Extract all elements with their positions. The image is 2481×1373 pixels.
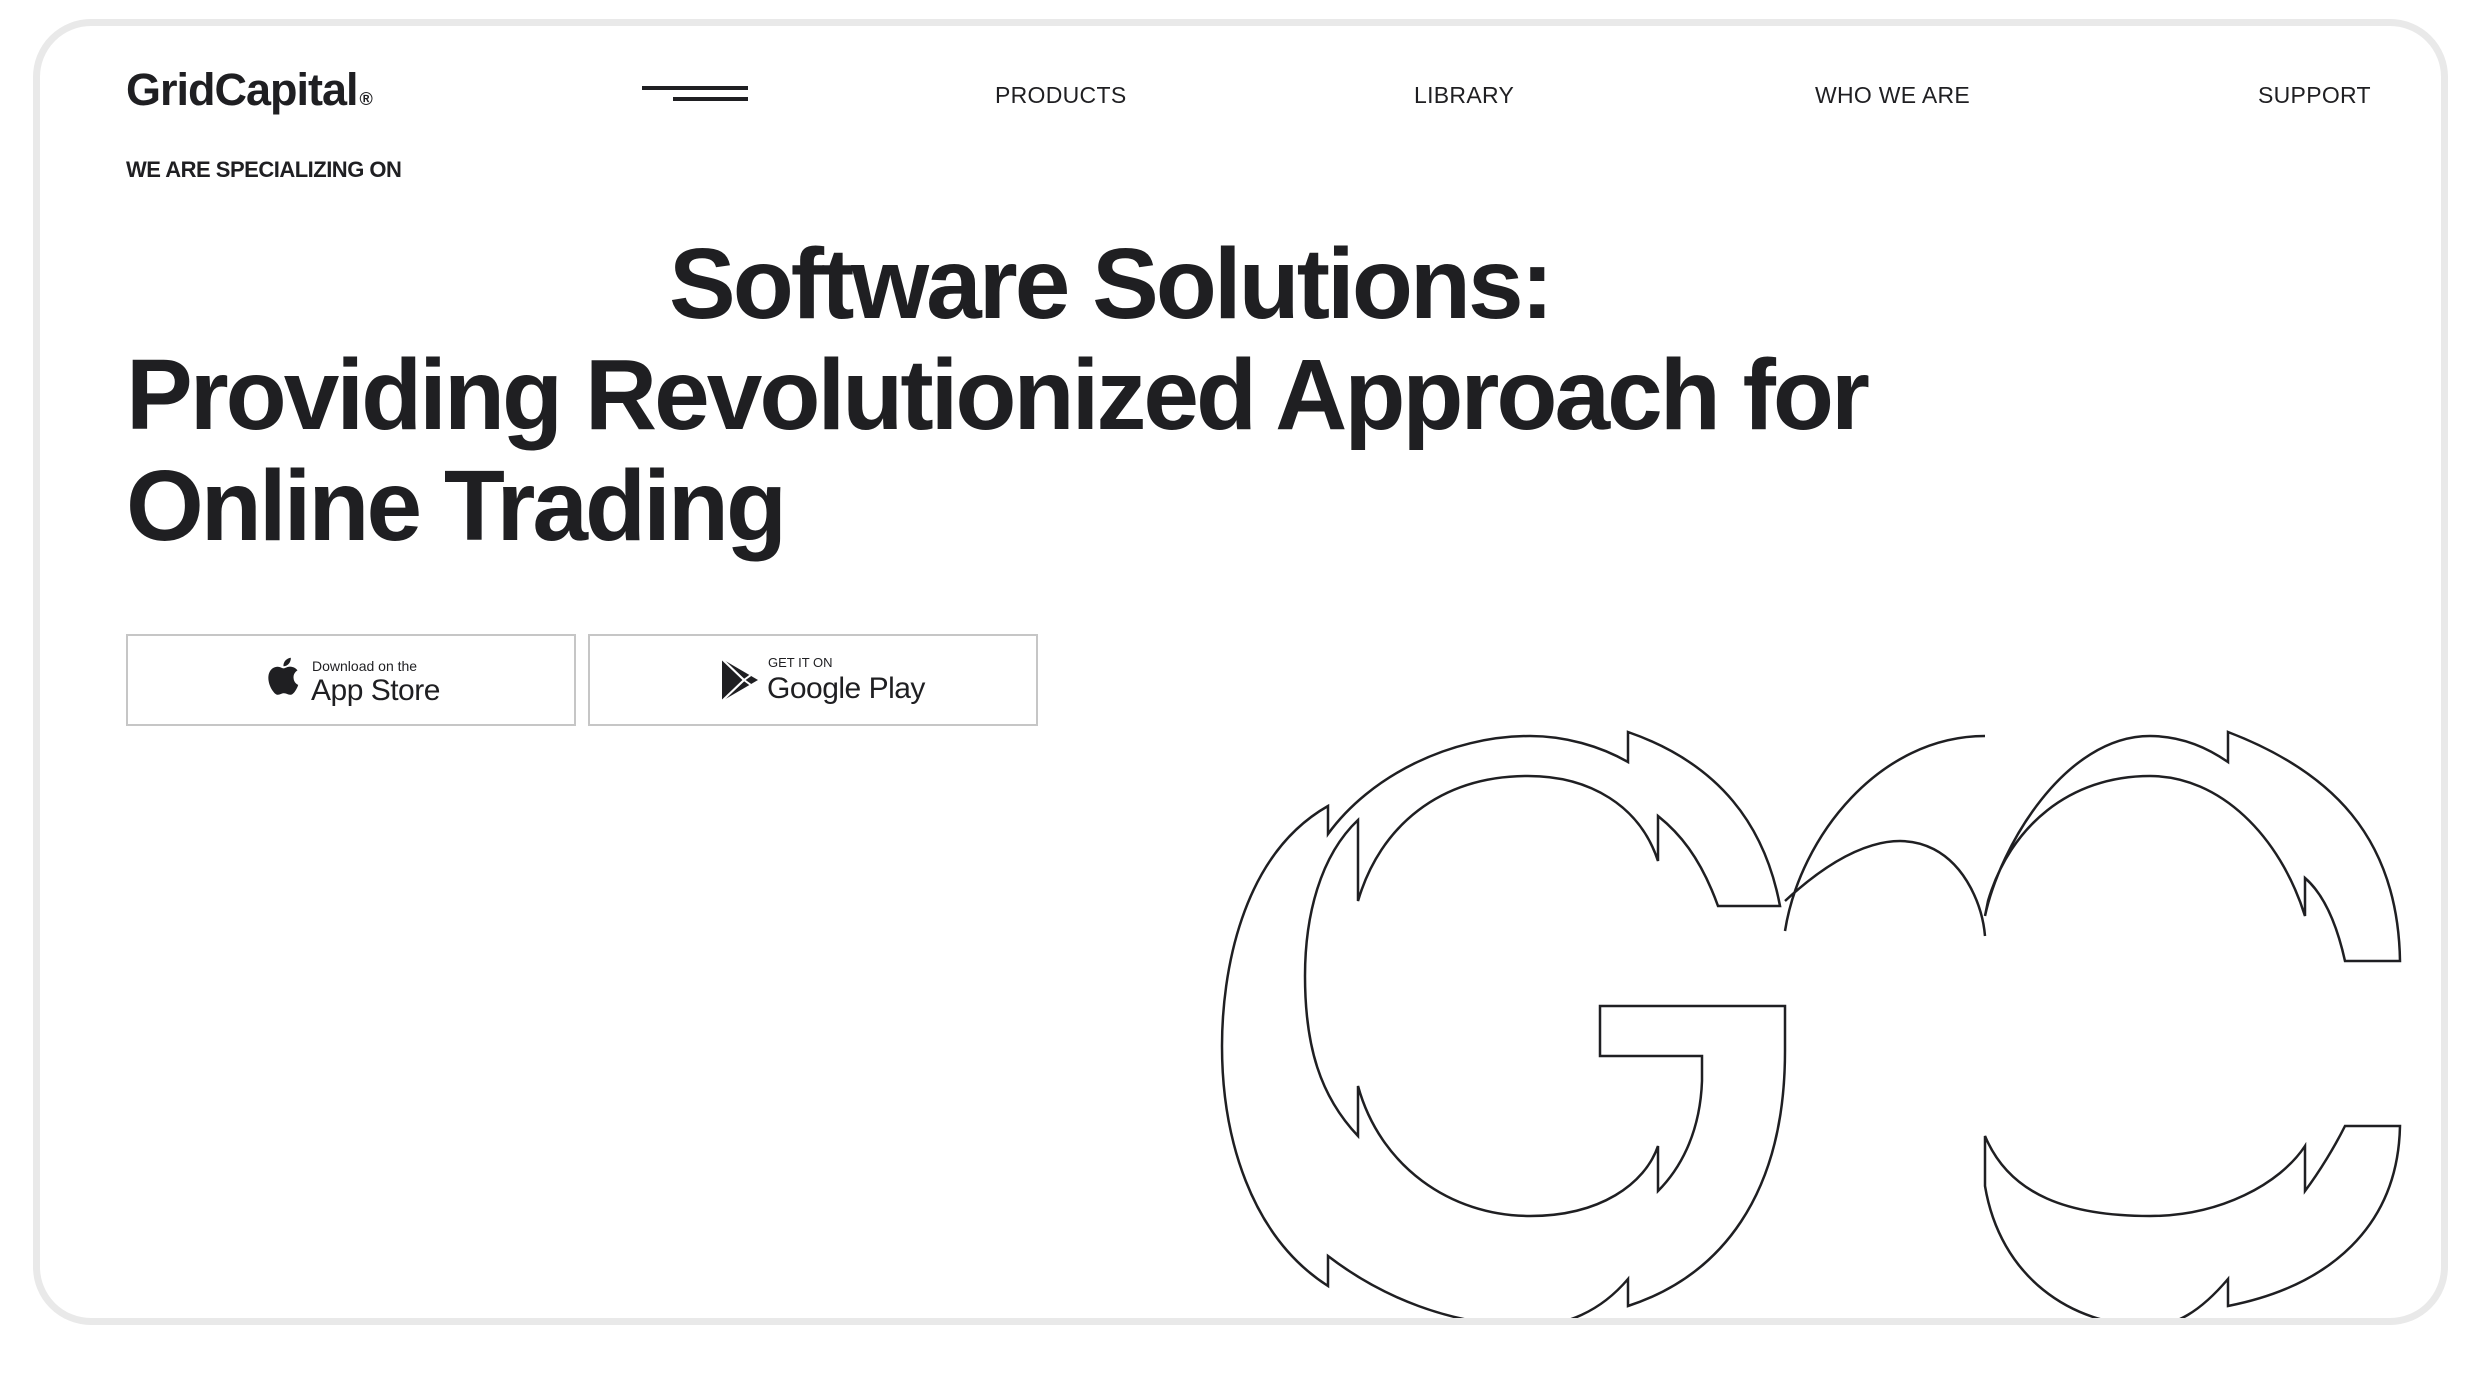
c-letter-lower <box>1983 1124 2402 1318</box>
c-letter-outline <box>1983 730 2402 963</box>
nav-item-support[interactable]: SUPPORT <box>2258 82 2371 109</box>
registered-mark: ® <box>359 89 373 109</box>
gc-monogram-outline <box>1220 730 2402 1318</box>
app-store-small-text: Download on the <box>312 658 418 674</box>
nav-item-library[interactable]: LIBRARY <box>1414 82 1514 109</box>
headline-line-3: Online Trading <box>126 450 787 562</box>
app-store-big-text: App Store <box>311 674 440 707</box>
menu-icon-bar-top <box>642 86 748 90</box>
google-play-big-text: Google Play <box>767 672 925 705</box>
brand-name: GridCapital <box>126 64 359 115</box>
menu-icon-bar-bottom <box>673 97 748 101</box>
nav-item-products[interactable]: PRODUCTS <box>995 82 1126 109</box>
google-play-small-text: GET IT ON <box>768 655 833 670</box>
nav-item-who-we-are[interactable]: WHO WE ARE <box>1815 82 1970 109</box>
google-play-icon <box>721 658 758 702</box>
apple-icon <box>268 657 299 695</box>
g-letter-outline <box>1220 730 1787 1318</box>
headline-line-2: Providing Revolutionized Approach for <box>126 339 1870 451</box>
headline-line-1: Software Solutions: <box>669 228 1554 340</box>
page-frame: GridCapital ® PRODUCTS LIBRARY WHO WE ARE… <box>33 19 2448 1325</box>
c-letter-inner-left <box>1783 734 1987 937</box>
app-store-button[interactable]: Download on the App Store <box>126 634 576 726</box>
hamburger-menu-icon[interactable] <box>642 86 748 104</box>
brand-logo[interactable]: GridCapital ® <box>126 64 373 115</box>
google-play-button[interactable]: GET IT ON Google Play <box>588 634 1038 726</box>
hero-tagline: WE ARE SPECIALIZING ON <box>126 157 402 182</box>
hero-headline: Software Solutions: Providing Revolution… <box>126 229 1926 562</box>
